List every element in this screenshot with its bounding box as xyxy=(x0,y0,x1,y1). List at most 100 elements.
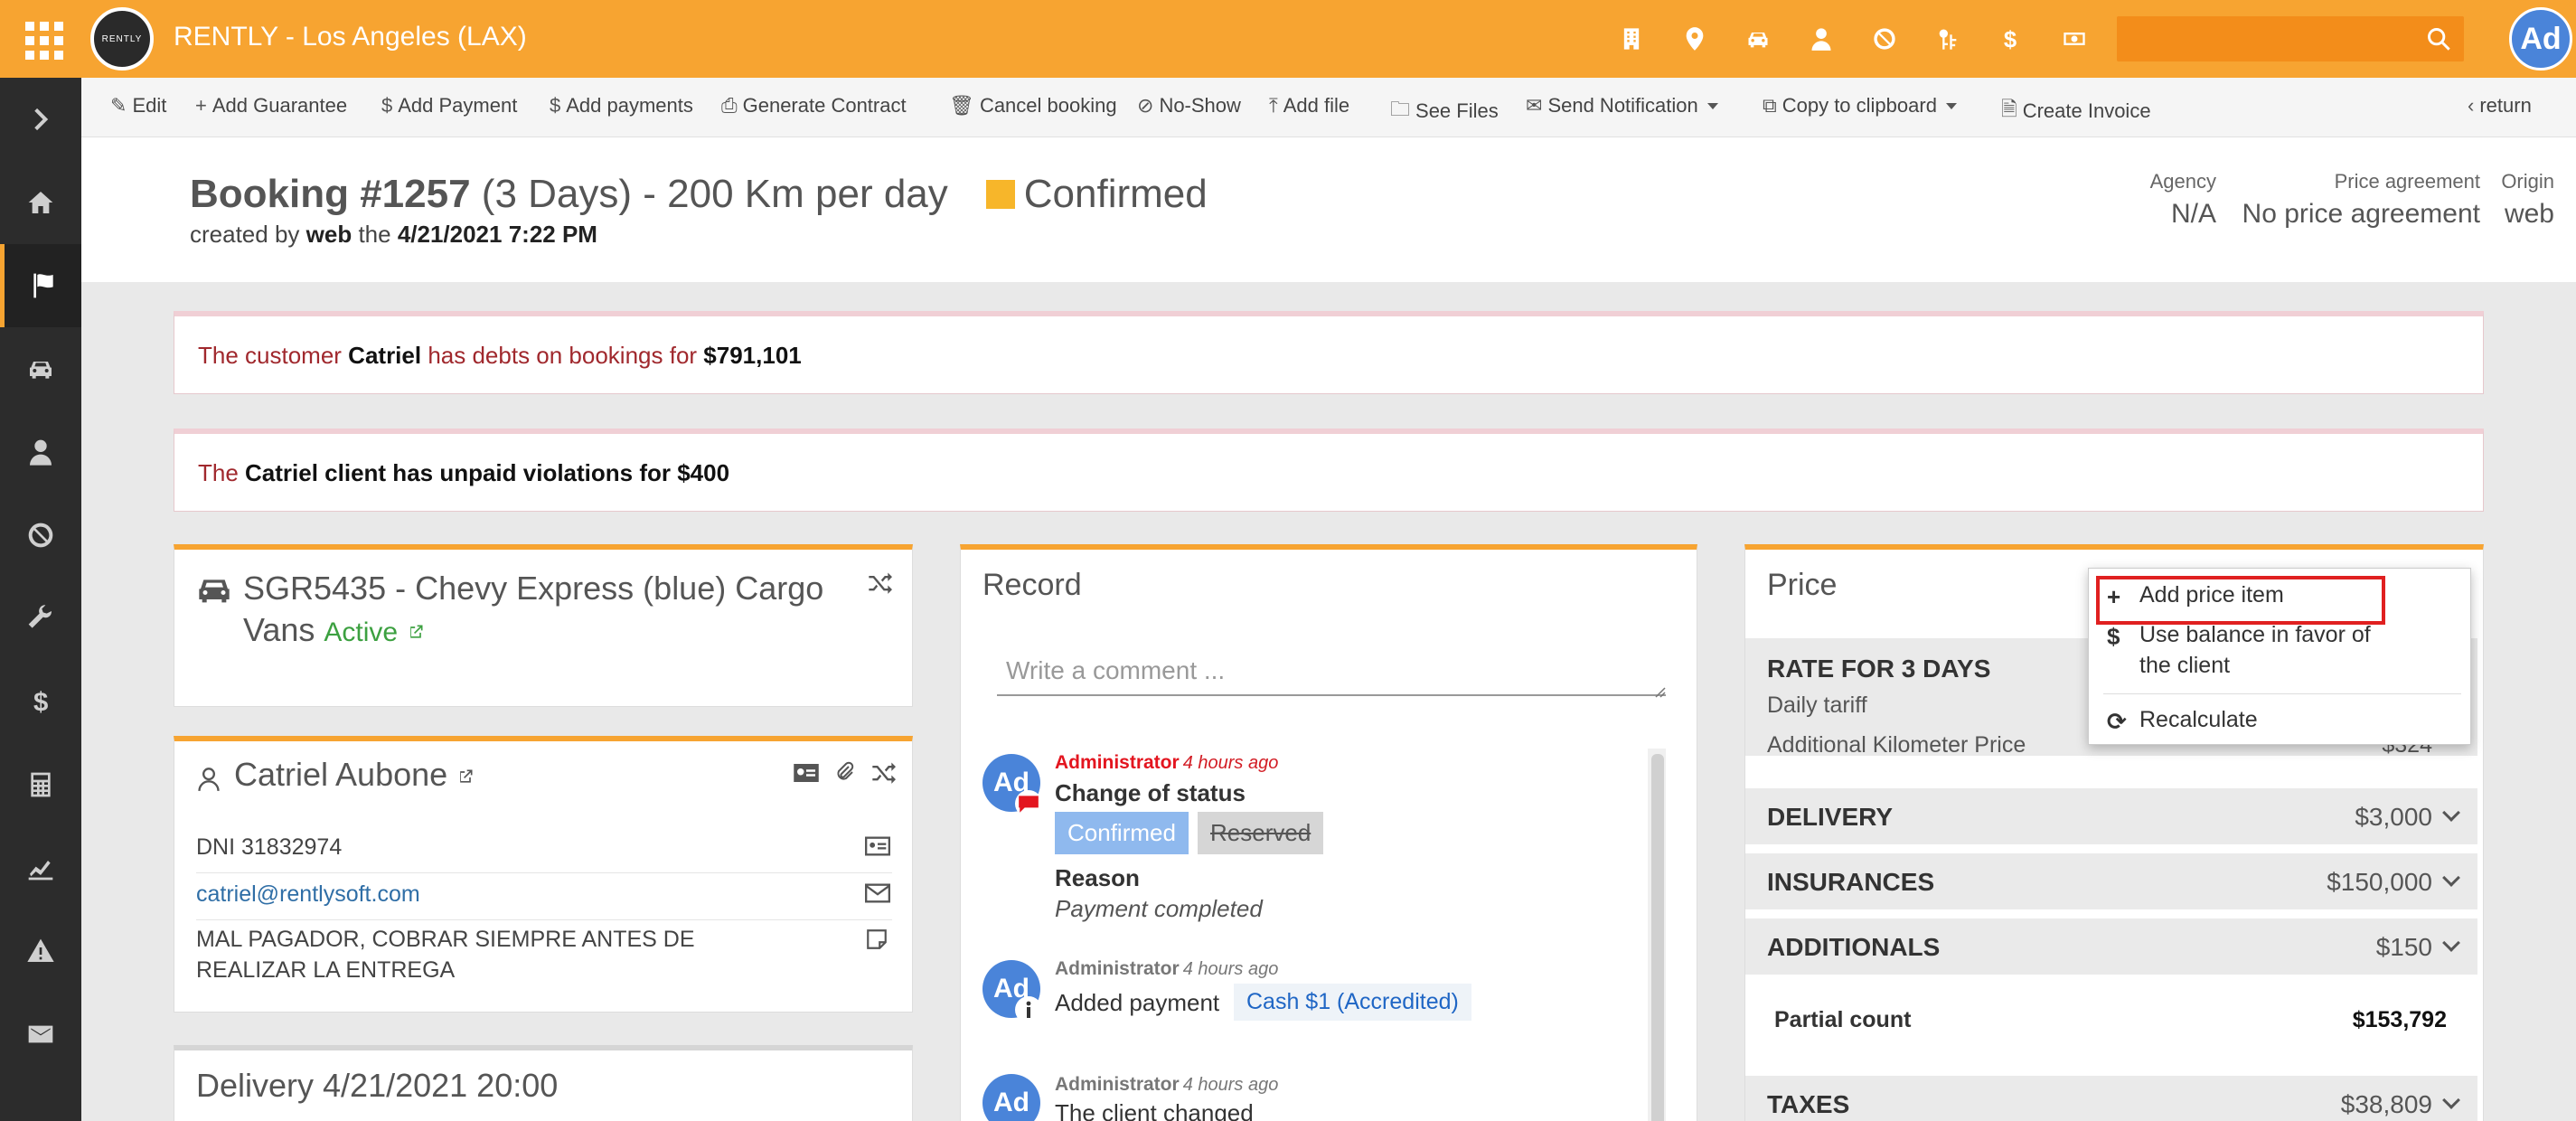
envelope-outline-icon[interactable] xyxy=(865,882,890,904)
add-payments-button[interactable]: $ Add payments xyxy=(550,94,693,118)
no-show-button[interactable]: ⊘ No-Show xyxy=(1137,94,1241,118)
recalculate-option[interactable]: ⟳ Recalculate xyxy=(2089,704,2472,735)
chevron-left-icon: ‹ xyxy=(2468,94,2475,117)
trash-icon: 🗑 xyxy=(949,94,974,117)
agency-info: Agency N/A xyxy=(2149,170,2216,229)
record-scrollbar[interactable] xyxy=(1651,754,1664,1121)
id-card-outline-icon xyxy=(865,836,890,856)
booking-status: Confirmed xyxy=(1023,172,1208,216)
ban-icon xyxy=(28,523,53,548)
search-icon[interactable] xyxy=(2426,26,2451,52)
generate-contract-button[interactable]: ⎙ Generate Contract xyxy=(721,94,907,118)
dollar-icon[interactable]: $ xyxy=(1979,18,2043,60)
customer-note: MAL PAGADOR, COBRAR SIEMPRE ANTES DE REA… xyxy=(196,927,695,983)
vehicle-status-link[interactable]: Active xyxy=(324,617,398,647)
sidebar-item-messages[interactable] xyxy=(0,993,81,1076)
sidebar-item-reports[interactable] xyxy=(0,826,81,909)
sidebar-item-home[interactable] xyxy=(0,161,81,244)
record-reason-label: Reason xyxy=(1055,864,1140,891)
cash-icon[interactable] xyxy=(2043,18,2106,60)
refresh-icon: ⟳ xyxy=(2107,708,2127,735)
booking-detail: (3 Days) - 200 Km per day xyxy=(470,172,948,216)
external-link-icon[interactable] xyxy=(456,768,475,786)
paperclip-icon[interactable] xyxy=(834,759,856,785)
top-nav-icons: $ xyxy=(1600,18,2106,60)
app-title: RENTLY - Los Angeles (LAX) xyxy=(174,22,527,52)
shuffle-icon[interactable] xyxy=(867,570,892,595)
ban-icon[interactable] xyxy=(1853,18,1916,60)
delivery-title: Delivery 4/21/2021 20:00 xyxy=(196,1067,559,1104)
create-invoice-button[interactable]: 🗎 Create Invoice xyxy=(2001,94,2151,128)
record-avatar: Ad xyxy=(982,1074,1040,1121)
print-icon: ⎙ xyxy=(721,94,738,117)
see-files-button[interactable]: 🗀 See Files xyxy=(1390,94,1499,128)
customer-card: Catriel Aubone DNI 31832974 catriel@rent… xyxy=(174,736,913,1013)
warning-icon xyxy=(27,938,54,962)
use-balance-option[interactable]: $ Use balance in favor of the client xyxy=(2089,619,2472,683)
sidebar-item-cars[interactable] xyxy=(0,327,81,410)
add-payment-button[interactable]: $ Add Payment xyxy=(381,94,517,118)
additionals-section[interactable]: ADDITIONALS $150 xyxy=(1745,918,2477,975)
shuffle-icon[interactable] xyxy=(870,759,896,785)
edit-button[interactable]: ✎ Edit xyxy=(110,94,166,118)
chevron-down-icon xyxy=(2442,1091,2460,1109)
map-pin-icon[interactable] xyxy=(1663,18,1726,60)
sidebar-item-alerts[interactable] xyxy=(0,909,81,993)
chevron-down-icon xyxy=(2442,804,2460,822)
daily-tariff-label: Daily tariff xyxy=(1767,692,1867,718)
rently-logo[interactable]: RENTLY xyxy=(90,7,154,71)
search-input[interactable] xyxy=(2117,16,2406,61)
copy-clipboard-dropdown[interactable]: ⧉ Copy to clipboard xyxy=(1763,94,1957,118)
chart-icon xyxy=(28,861,53,881)
sidebar-item-maintenance[interactable] xyxy=(0,577,81,660)
user-avatar[interactable]: Ad xyxy=(2509,7,2572,71)
sidebar-expand-chevron-icon[interactable] xyxy=(0,78,81,161)
id-card-icon[interactable] xyxy=(793,761,820,785)
payment-tag-link[interactable]: Cash $1 (Accredited) xyxy=(1234,984,1471,1021)
car-icon[interactable] xyxy=(1726,18,1790,60)
sidebar-item-finance[interactable]: $ xyxy=(0,660,81,743)
external-link-icon[interactable] xyxy=(407,623,425,641)
partial-count-row: Partial count $153,792 xyxy=(1745,982,2483,1058)
insurances-section[interactable]: INSURANCES $150,000 xyxy=(1745,853,2477,909)
add-price-item-option[interactable]: + Add price item xyxy=(2089,576,2472,625)
car-icon xyxy=(199,579,230,603)
customer-dni-row: DNI 31832974 xyxy=(196,832,892,873)
cancel-booking-button[interactable]: 🗑 Cancel booking xyxy=(949,94,1117,118)
highlight-box xyxy=(2096,576,2385,625)
vehicle-card: SGR5435 - Chevy Express (blue) Cargo Van… xyxy=(174,544,913,707)
folder-icon: 🗀 xyxy=(1390,98,1411,120)
record-title: Record xyxy=(982,568,1082,602)
resize-handle-icon[interactable] xyxy=(1653,685,1666,698)
keys-icon[interactable] xyxy=(1916,18,1979,60)
pencil-icon: ✎ xyxy=(110,94,127,117)
add-guarantee-button[interactable]: + Add Guarantee xyxy=(195,94,347,118)
home-icon xyxy=(28,192,53,213)
origin-info: Origin web xyxy=(2501,170,2554,229)
record-entry-text: The client changed xyxy=(1055,1099,1254,1121)
add-file-button[interactable]: ⤒ Add file xyxy=(1269,94,1349,118)
customer-email-link[interactable]: catriel@rentlysoft.com xyxy=(196,881,420,907)
delivery-section[interactable]: DELIVERY $3,000 xyxy=(1745,788,2477,844)
sidebar-item-customers[interactable] xyxy=(0,410,81,494)
document-icon: 🗎 xyxy=(2001,98,2017,120)
status-from-tag: Confirmed xyxy=(1055,812,1189,854)
dollar-icon: $ xyxy=(33,688,48,716)
sidebar-item-bookings[interactable] xyxy=(0,244,81,327)
taxes-section[interactable]: TAXES $38,809 xyxy=(1745,1076,2477,1121)
sidebar-item-calculator[interactable] xyxy=(0,743,81,826)
action-toolbar: ✎ Edit + Add Guarantee $ Add Payment $ Add p… xyxy=(81,78,2576,137)
user-icon[interactable] xyxy=(1790,18,1853,60)
note-icon[interactable] xyxy=(865,928,888,951)
price-agreement-info: Price agreement No price agreement xyxy=(2242,170,2480,229)
building-icon[interactable] xyxy=(1600,18,1663,60)
record-card: Record Write a comment ... Ad Administra… xyxy=(960,544,1697,1121)
sidebar-item-blocked[interactable] xyxy=(0,494,81,577)
send-notification-dropdown[interactable]: ✉ Send Notification xyxy=(1526,94,1718,118)
top-bar: RENTLY RENTLY - Los Angeles (LAX) $ Ad xyxy=(0,0,2576,78)
return-button[interactable]: ‹ return xyxy=(2468,94,2532,118)
apps-grid-icon[interactable] xyxy=(20,18,63,60)
search-box xyxy=(2117,16,2464,61)
comment-input[interactable]: Write a comment ... xyxy=(997,649,1666,696)
booking-title: Booking #1257 (3 Days) - 200 Km per day C… xyxy=(190,172,1208,217)
